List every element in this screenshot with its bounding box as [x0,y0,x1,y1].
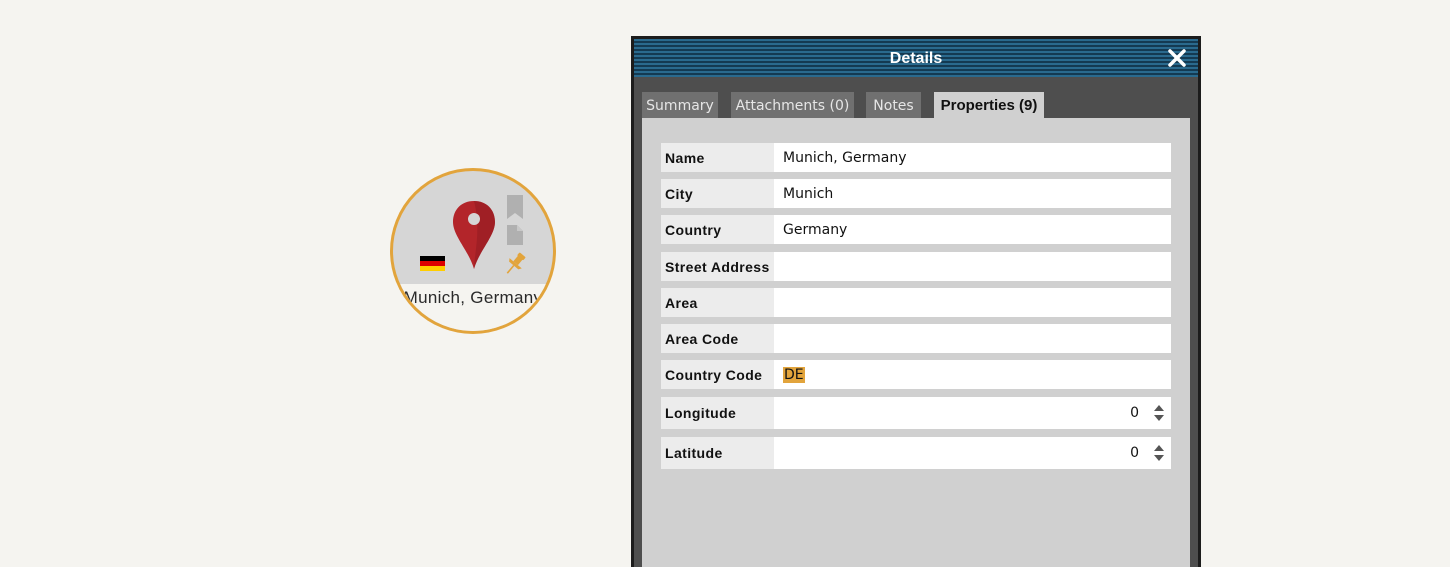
property-value-name[interactable]: Munich, Germany [774,143,1171,172]
property-value-city[interactable]: Munich [774,179,1171,208]
location-node[interactable]: Munich, Germany [390,168,556,334]
panel-title: Details [889,50,943,67]
property-row-latitude: Latitude 0 [661,437,1171,469]
document-icon [507,225,523,245]
property-label: Latitude [661,437,774,469]
tab-attachments[interactable]: Attachments (0) [731,92,854,118]
tab-notes[interactable]: Notes [866,92,921,118]
property-label: Name [661,143,774,172]
property-row-area-code: Area Code [661,324,1171,353]
property-label: Area Code [661,324,774,353]
property-label: Street Address [661,252,774,281]
property-label: Area [661,288,774,317]
property-value-latitude[interactable]: 0 [774,437,1171,469]
property-label: City [661,179,774,208]
property-row-longitude: Longitude 0 [661,397,1171,429]
details-panel: Details Summary Attachments (0) Notes Pr… [631,36,1201,567]
property-row-street-address: Street Address [661,252,1171,281]
property-value-longitude[interactable]: 0 [774,397,1171,429]
property-value-street-address[interactable] [774,252,1171,281]
spinner-arrows-icon[interactable] [1153,403,1165,423]
property-value-area[interactable] [774,288,1171,317]
property-label: Country [661,215,774,244]
property-value-area-code[interactable] [774,324,1171,353]
side-icons [507,195,523,245]
map-pin-icon [453,201,495,269]
spinner-arrows-icon[interactable] [1153,443,1165,463]
property-row-country-code: Country Code DE [661,360,1171,389]
germany-flag-icon [420,256,445,271]
bookmark-icon [507,195,523,219]
close-icon[interactable] [1166,47,1188,69]
property-value-country[interactable]: Germany [774,215,1171,244]
property-row-country: Country Germany [661,215,1171,244]
property-row-name: Name Munich, Germany [661,143,1171,172]
property-row-area: Area [661,288,1171,317]
tab-properties[interactable]: Properties (9) [934,92,1044,118]
node-label: Munich, Germany [403,288,543,307]
canvas[interactable]: Munich, Germany Details Summary Attachme… [0,0,1450,567]
property-label: Longitude [661,397,774,429]
property-label: Country Code [661,360,774,389]
pushpin-icon [506,252,526,274]
properties-content: Name Munich, Germany City Munich Country… [642,118,1190,567]
property-row-city: City Munich [661,179,1171,208]
tab-summary[interactable]: Summary [642,92,718,118]
property-value-country-code[interactable]: DE [774,360,1171,389]
selected-text: DE [783,366,805,383]
